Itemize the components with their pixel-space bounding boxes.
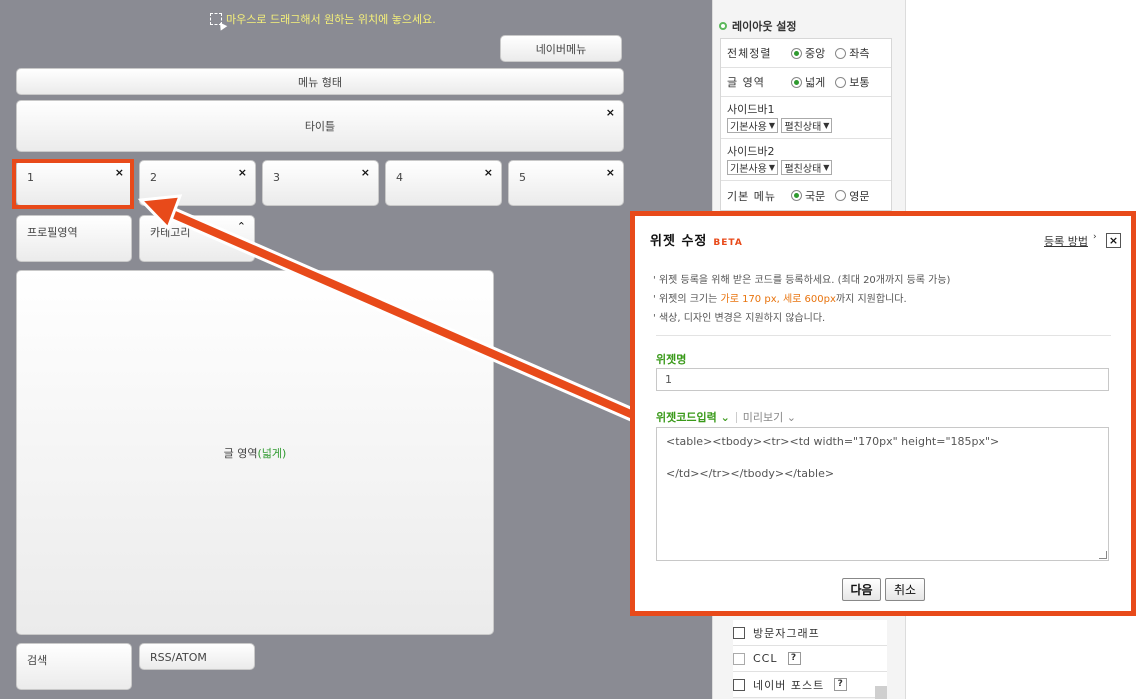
divider xyxy=(656,335,1111,336)
arrow-shaft xyxy=(166,208,635,419)
code-tabs: 위젯코드입력 ⌄ 미리보기 ⌄ xyxy=(656,409,796,425)
note-text: 위젯 등록을 위해 받은 코드를 등록하세요. (최대 20개까지 등록 가능) xyxy=(658,275,951,286)
resize-handle[interactable] xyxy=(1099,551,1107,559)
tab-widget-code[interactable]: 위젯코드입력 ⌄ xyxy=(656,409,730,425)
next-button[interactable]: 다음 xyxy=(842,578,881,601)
dialog-notes: ' 위젯 등록을 위해 받은 코드를 등록하세요. (최대 20개까지 등록 가… xyxy=(653,271,950,328)
note-line-2: ' 위젯의 크기는 가로 170 px, 세로 600px까지 지원합니다. xyxy=(653,294,907,305)
arrow-head xyxy=(137,194,183,231)
note-text: 색상, 디자인 변경은 지원하지 않습니다. xyxy=(658,313,826,324)
dialog-header: 위젯 수정 BETA xyxy=(650,230,743,249)
size-highlight: 가로 170 px, 세로 600px xyxy=(720,294,836,305)
tab-label: 위젯코드입력 xyxy=(656,411,717,424)
close-button[interactable]: × xyxy=(1106,233,1121,248)
code-line: <table><tbody><tr><td width="170px" heig… xyxy=(666,435,1000,448)
cancel-button[interactable]: 취소 xyxy=(885,578,925,601)
tab-divider xyxy=(735,411,737,423)
tab-label: 미리보기 xyxy=(742,411,784,424)
code-line: </td></tr></tbody></table> xyxy=(666,467,835,480)
chevron-right-icon: › xyxy=(1093,232,1097,242)
note-line-3: ' 색상, 디자인 변경은 지원하지 않습니다. xyxy=(653,313,826,324)
note-text: 까지 지원합니다. xyxy=(835,294,907,305)
dialog-title: 위젯 수정 xyxy=(650,234,708,249)
widget-name-label: 위젯명 xyxy=(656,353,687,366)
widget-edit-dialog: 위젯 수정 BETA 등록 방법 › × ' 위젯 등록을 위해 받은 코드를 … xyxy=(630,211,1136,616)
widget-code-textarea[interactable]: <table><tbody><tr><td width="170px" heig… xyxy=(656,427,1109,561)
note-line-1: ' 위젯 등록을 위해 받은 코드를 등록하세요. (최대 20개까지 등록 가… xyxy=(653,275,951,286)
widget-name-input[interactable]: 1 xyxy=(656,368,1109,391)
howto-link[interactable]: 등록 방법 xyxy=(1044,233,1088,249)
beta-badge: BETA xyxy=(713,238,743,248)
tab-preview[interactable]: 미리보기 ⌄ xyxy=(743,409,796,425)
note-text: 위젯의 크기는 xyxy=(658,294,721,305)
